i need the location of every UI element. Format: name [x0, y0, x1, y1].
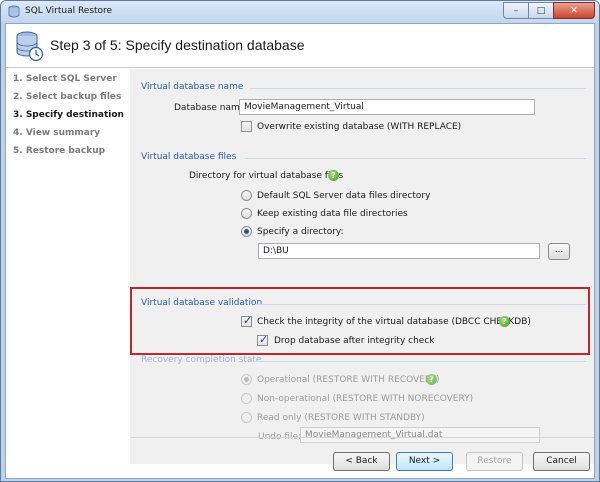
- app-window: SQL Virtual Restore – □ ✕ Step 3 of 5: S…: [0, 0, 600, 482]
- radio-non-operational: [241, 393, 252, 404]
- window-title: SQL Virtual Restore: [25, 6, 113, 16]
- radio-read-only: [241, 412, 252, 423]
- restore-button: Restore: [466, 452, 523, 471]
- section-divider: [250, 88, 586, 89]
- db-name-label: Database name:: [174, 103, 249, 113]
- section-divider: [255, 304, 586, 305]
- drop-db-label[interactable]: Drop database after integrity check: [274, 336, 435, 346]
- radio-default-dir[interactable]: [241, 190, 252, 201]
- directory-input[interactable]: D:\BU: [258, 243, 540, 259]
- help-icon[interactable]: ?: [328, 170, 339, 181]
- cancel-button[interactable]: Cancel: [533, 452, 590, 471]
- radio-operational-label: Operational (RESTORE WITH RECOVERY): [257, 375, 440, 385]
- nav-step-view-summary: 4. View summary: [13, 128, 101, 138]
- maximize-button[interactable]: □: [528, 2, 554, 19]
- dialog-client: Step 3 of 5: Specify destination databas…: [5, 23, 595, 479]
- radio-keep-dirs-label[interactable]: Keep existing data file directories: [257, 209, 408, 219]
- nav-step-specify-destination: 3. Specify destination: [13, 110, 124, 120]
- title-bar[interactable]: SQL Virtual Restore – □ ✕: [1, 1, 599, 23]
- db-name-input[interactable]: MovieManagement_Virtual: [239, 99, 535, 115]
- radio-read-only-label: Read only (RESTORE WITH STANDBY): [257, 413, 425, 423]
- main-panel: Virtual database name Database name: Mov…: [130, 69, 594, 464]
- overwrite-checkbox[interactable]: [241, 121, 252, 132]
- help-icon[interactable]: ?: [426, 374, 437, 385]
- section-divider: [252, 361, 586, 362]
- section-title-name: Virtual database name: [141, 82, 244, 92]
- radio-default-dir-label[interactable]: Default SQL Server data files directory: [257, 191, 430, 201]
- section-title-files: Virtual database files: [141, 152, 237, 162]
- drop-db-checkbox[interactable]: [257, 333, 268, 346]
- database-icon: [8, 5, 20, 18]
- nav-step-restore-backup: 5. Restore backup: [13, 146, 106, 156]
- help-icon[interactable]: ?: [499, 316, 510, 327]
- check-integrity-checkbox[interactable]: [241, 314, 252, 327]
- wizard-header: Step 3 of 5: Specify destination databas…: [6, 24, 594, 68]
- close-button[interactable]: ✕: [553, 2, 595, 19]
- overwrite-label[interactable]: Overwrite existing database (WITH REPLAC…: [257, 122, 461, 132]
- section-divider: [245, 158, 586, 159]
- database-restore-icon: [16, 31, 44, 62]
- browse-button[interactable]: ...: [548, 243, 570, 260]
- next-button[interactable]: Next >: [396, 452, 453, 471]
- window-controls: – □ ✕: [503, 2, 595, 19]
- radio-specify-dir[interactable]: [241, 226, 252, 237]
- page-title: Step 3 of 5: Specify destination databas…: [50, 37, 305, 53]
- dir-label: Directory for virtual database files: [189, 171, 344, 181]
- undo-file-input: MovieManagement_Virtual.dat: [300, 427, 540, 443]
- radio-keep-dirs[interactable]: [241, 208, 252, 219]
- section-title-recovery: Recovery completion state: [141, 355, 262, 365]
- back-button[interactable]: < Back: [333, 452, 390, 471]
- radio-specify-dir-label[interactable]: Specify a directory:: [257, 227, 344, 237]
- section-title-validation: Virtual database validation: [141, 298, 263, 308]
- minimize-button[interactable]: –: [503, 2, 529, 19]
- wizard-steps: 1. Select SQL Server 2. Select backup fi…: [6, 69, 130, 464]
- radio-non-operational-label: Non-operational (RESTORE WITH NORECOVERY…: [257, 394, 474, 404]
- nav-step-select-server[interactable]: 1. Select SQL Server: [13, 74, 117, 84]
- check-integrity-label[interactable]: Check the integrity of the virtual datab…: [257, 317, 531, 327]
- radio-operational: [241, 374, 252, 385]
- nav-step-select-backup[interactable]: 2. Select backup files: [13, 92, 121, 102]
- footer-divider: [130, 437, 594, 438]
